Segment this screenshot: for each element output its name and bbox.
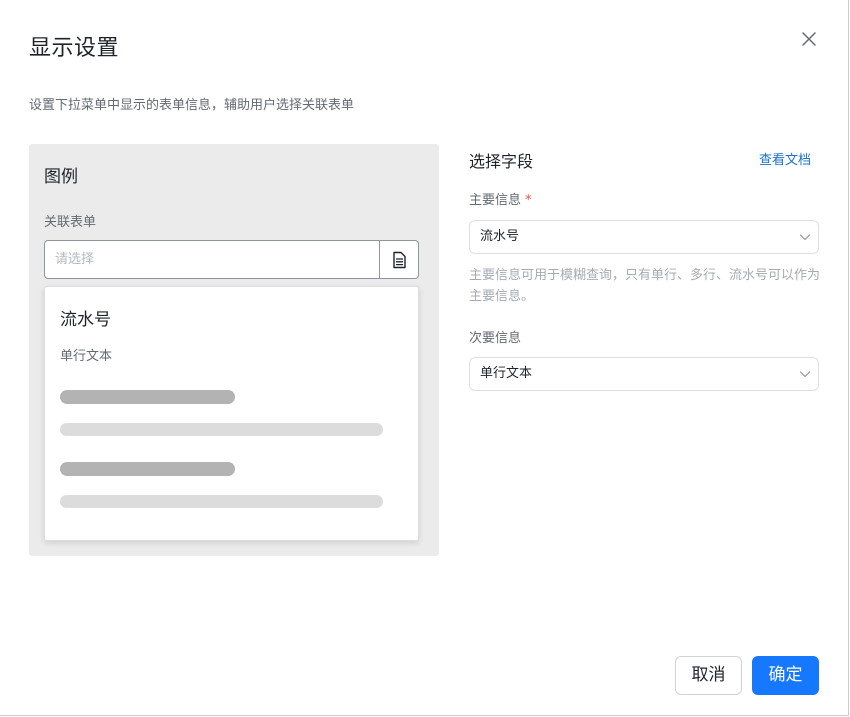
dialog-subtitle: 设置下拉菜单中显示的表单信息，辅助用户选择关联表单 xyxy=(29,98,355,113)
primary-info-label: 主要信息 * xyxy=(469,189,532,208)
skeleton-bar-primary xyxy=(60,390,235,404)
chevron-down-icon xyxy=(799,371,811,378)
preview-document-button xyxy=(379,241,418,278)
preview-heading: 图例 xyxy=(44,167,78,187)
view-docs-link[interactable]: 查看文档 xyxy=(759,149,811,168)
preview-secondary-info: 单行文本 xyxy=(60,349,113,364)
close-icon xyxy=(802,32,816,46)
skeleton-bar-primary xyxy=(60,462,235,476)
cancel-button[interactable]: 取消 xyxy=(675,656,742,695)
chevron-down-icon xyxy=(799,234,811,241)
skeleton-bar-secondary xyxy=(60,495,383,508)
secondary-info-label: 次要信息 xyxy=(469,331,522,346)
preview-panel: 图例 关联表单 请选择 流水号 单行文本 xyxy=(29,144,439,556)
secondary-info-value: 单行文本 xyxy=(480,366,533,381)
close-button[interactable] xyxy=(799,29,819,49)
dialog-title: 显示设置 xyxy=(29,36,120,61)
preview-placeholder: 请选择 xyxy=(55,252,95,267)
secondary-info-select[interactable]: 单行文本 xyxy=(469,357,819,391)
primary-info-value: 流水号 xyxy=(480,229,520,244)
select-fields-title: 选择字段 xyxy=(469,152,534,171)
document-icon xyxy=(393,251,406,268)
preview-related-form-select: 请选择 xyxy=(44,240,419,279)
skeleton-bar-secondary xyxy=(60,423,383,436)
preview-field-label: 关联表单 xyxy=(44,215,97,230)
primary-info-label-text: 主要信息 xyxy=(469,193,522,208)
primary-info-select[interactable]: 流水号 xyxy=(469,220,819,254)
display-settings-dialog: 显示设置 设置下拉菜单中显示的表单信息，辅助用户选择关联表单 图例 关联表单 请… xyxy=(0,0,849,716)
required-mark: * xyxy=(525,193,532,208)
preview-dropdown: 流水号 单行文本 xyxy=(44,286,419,541)
primary-info-help: 主要信息可用于模糊查询，只有单行、多行、流水号可以作为主要信息。 xyxy=(469,268,821,304)
preview-primary-info: 流水号 xyxy=(60,310,111,330)
confirm-button[interactable]: 确定 xyxy=(752,656,819,695)
